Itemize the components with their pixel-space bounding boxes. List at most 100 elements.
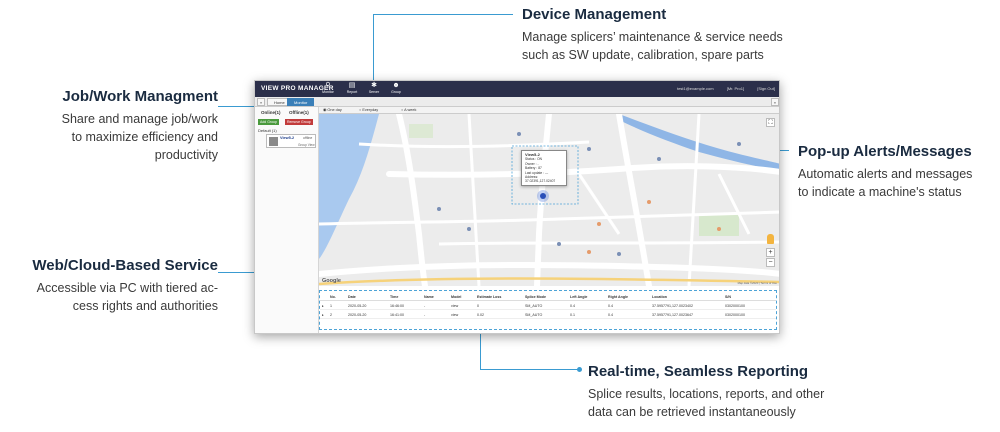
callout-line: Manage splicers’ maintenance & service n… <box>522 30 783 44</box>
nav-server-button[interactable]: ✱ Server <box>363 82 385 96</box>
col-right-angle: Right Angle <box>608 295 629 299</box>
filter-label: One day <box>327 108 342 112</box>
expand-icon[interactable]: ▸ <box>322 304 324 308</box>
map-footer: Map data ©2020 | Terms of Use <box>737 281 777 285</box>
col-model: Model <box>451 295 462 299</box>
callout-line: productivity <box>154 148 218 162</box>
filter-a-week[interactable]: ○ A week <box>401 108 416 113</box>
collapse-left-icon[interactable]: « <box>257 98 266 106</box>
infographic: Device Management Manage splicers’ maint… <box>0 0 1000 432</box>
user-name-link[interactable]: [Mr. Pro1] <box>727 86 744 91</box>
col-sn: S/N <box>725 295 731 299</box>
cell-location: 37.5957791,127.0023647 <box>652 313 693 317</box>
filter-one-day[interactable]: ◉ One day <box>323 108 342 113</box>
user-email: test1@example.com <box>677 86 714 91</box>
collapse-right-icon[interactable]: » <box>770 98 779 106</box>
callout-line: Automatic alerts and messages <box>798 167 973 181</box>
callout-title: Pop-up Alerts/Messages <box>798 143 972 160</box>
nav-label: Group <box>391 90 401 94</box>
splice-results-table: No. Date Time Name Model Estimate Loss S… <box>319 290 777 330</box>
cell-no: 1 <box>330 304 332 308</box>
filter-everyday[interactable]: ○ Everyday <box>359 108 378 113</box>
app-window: VIEW PRO MANAGER ⚲ Monitor ▤ Report ✱ Se… <box>254 80 780 334</box>
gear-icon: ✱ <box>371 82 377 89</box>
cell-sn: 0302000100 <box>725 304 745 308</box>
cell-left-angle: 0.1 <box>570 313 575 317</box>
col-left-angle: Left Angle <box>570 295 588 299</box>
cell-name: - <box>424 313 426 317</box>
popup-address: Address: 37.02391,127.02407 <box>525 175 556 184</box>
callout-text: Accessible via PC with tiered ac- cess r… <box>10 279 218 315</box>
nav-label: Monitor <box>322 90 334 94</box>
cell-no: 2 <box>330 313 332 317</box>
map-roads <box>319 114 779 286</box>
tab-monitor[interactable]: Monitor <box>287 98 315 106</box>
cell-sn: 0302000100 <box>725 313 745 317</box>
nav-group-button[interactable]: ☻ Group <box>385 82 407 96</box>
callout-text: Share and manage job/work to maximize ef… <box>20 110 218 164</box>
expand-icon[interactable]: ▸ <box>322 313 324 317</box>
nav-report-button[interactable]: ▤ Report <box>341 82 363 96</box>
time-filter-bar: ◉ One day ○ Everyday ○ A week <box>319 107 779 114</box>
tab-bar: « Home Monitor » <box>255 97 779 107</box>
callout-popup-alerts: Pop-up Alerts/Messages Automatic alerts … <box>798 143 988 201</box>
offline-count[interactable]: Offline(1) <box>289 110 309 115</box>
device-status: offline <box>303 136 313 140</box>
nav-monitor-button[interactable]: ⚲ Monitor <box>317 82 339 96</box>
col-time: Time <box>390 295 399 299</box>
table-row[interactable]: ▸ 1 2020-05-20 16:46:00 - view 0 SM_AUTO… <box>320 302 776 310</box>
tree-default-group[interactable]: Default (1) <box>258 128 277 133</box>
zoom-out-button[interactable]: − <box>766 258 775 267</box>
callout-job-management: Job/Work Managment Share and manage job/… <box>20 88 218 164</box>
splicer-icon <box>269 137 278 146</box>
filter-label: A week <box>404 108 417 112</box>
street-view-icon[interactable] <box>767 234 774 244</box>
app-topbar: VIEW PRO MANAGER ⚲ Monitor ▤ Report ✱ Se… <box>255 81 779 97</box>
nav-label: Report <box>346 90 358 94</box>
callout-line: cess rights and authorities <box>72 299 218 313</box>
zoom-in-button[interactable]: + <box>766 248 775 257</box>
map-view[interactable]: View5-2 Status : ON Owner : - Battery : … <box>319 114 779 286</box>
col-no: No. <box>330 295 336 299</box>
cell-model: view <box>451 304 459 308</box>
cell-right-angle: 0.4 <box>608 313 613 317</box>
add-group-button[interactable]: Add Group <box>258 119 279 125</box>
callout-title: Device Management <box>522 6 667 23</box>
cell-right-angle: 0.4 <box>608 304 613 308</box>
col-name: Name <box>424 295 434 299</box>
cell-name: - <box>424 304 426 308</box>
map-pin-icon: ⚲ <box>325 82 331 89</box>
fullscreen-icon[interactable]: ⛶ <box>766 118 775 127</box>
report-icon: ▤ <box>348 82 356 89</box>
callout-line: to maximize efficiency and <box>71 130 218 144</box>
user-area: test1@example.com [Mr. Pro1] [Sign Out] <box>665 86 775 91</box>
table-header: No. Date Time Name Model Estimate Loss S… <box>320 293 776 301</box>
cell-date: 2020-05-20 <box>348 304 367 308</box>
group-icon: ☻ <box>392 82 400 89</box>
cell-location: 37.5957791,127.0023402 <box>652 304 693 308</box>
callout-text: Manage splicers’ maintenance & service n… <box>522 28 822 64</box>
connector-dot <box>577 367 582 372</box>
cell-date: 2020-05-20 <box>348 313 367 317</box>
callout-device-management: Device Management Manage splicers’ maint… <box>522 6 822 64</box>
connector-report <box>480 329 481 369</box>
callout-text: Splice results, locations, reports, and … <box>588 385 878 421</box>
table-row[interactable]: ▸ 2 2020-05-20 16:41:00 - view 0.02 SM_A… <box>320 311 776 319</box>
cell-splice-mode: SM_AUTO <box>525 313 543 317</box>
col-location: Location <box>652 295 667 299</box>
filter-label: Everyday <box>362 108 379 112</box>
cell-splice-mode: SM_AUTO <box>525 304 543 308</box>
device-card[interactable]: View5-2 offline Group View <box>266 134 316 148</box>
connector-report-h <box>480 369 580 370</box>
sign-out-link[interactable]: [Sign Out] <box>757 86 775 91</box>
connector-device-h <box>373 14 513 15</box>
online-count[interactable]: Online(1) <box>261 110 281 115</box>
remove-group-button[interactable]: Remove Group <box>285 119 313 125</box>
cell-estimate-loss: 0.02 <box>477 313 484 317</box>
callout-line: to indicate a machine's status <box>798 185 962 199</box>
device-sidebar: Online(1) Offline(1) Add Group Remove Gr… <box>255 107 319 333</box>
callout-text: Automatic alerts and messages to indicat… <box>798 165 988 201</box>
callout-title: Real-time, Seamless Reporting <box>588 363 809 380</box>
cell-model: view <box>451 313 459 317</box>
cell-time: 16:46:00 <box>390 304 404 308</box>
